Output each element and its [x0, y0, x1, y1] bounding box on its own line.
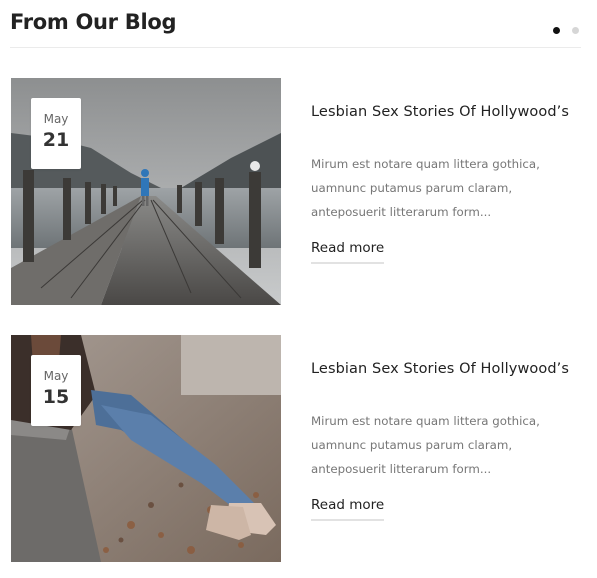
carousel-dot-2[interactable]	[572, 27, 579, 34]
section-title: From Our Blog	[10, 10, 177, 34]
blog-post-card: May 21 Lesbian Sex Stories Of Hollywood’…	[11, 78, 581, 305]
post-excerpt: Mirum est notare quam littera gothica, u…	[311, 157, 540, 219]
blog-post-card: May 15 Lesbian Sex Stories Of Hollywood’…	[11, 335, 581, 562]
post-title-link[interactable]: Lesbian Sex Stories Of Hollywood’s	[311, 361, 569, 377]
post-date-month: May	[43, 369, 69, 383]
post-date-month: May	[43, 112, 69, 126]
post-date-day: 21	[42, 129, 70, 151]
post-date-day: 15	[42, 386, 70, 408]
blog-section-header: From Our Blog	[10, 0, 581, 48]
post-date-badge: May 15	[31, 355, 81, 426]
post-title-link[interactable]: Lesbian Sex Stories Of Hollywood’s	[311, 104, 569, 120]
post-excerpt: Mirum est notare quam littera gothica, u…	[311, 414, 540, 476]
post-date-badge: May 21	[31, 98, 81, 169]
read-more-link[interactable]: Read more	[311, 240, 385, 264]
read-more-link[interactable]: Read more	[311, 497, 385, 521]
carousel-dot-1[interactable]	[553, 27, 560, 34]
carousel-pagination	[553, 27, 579, 34]
